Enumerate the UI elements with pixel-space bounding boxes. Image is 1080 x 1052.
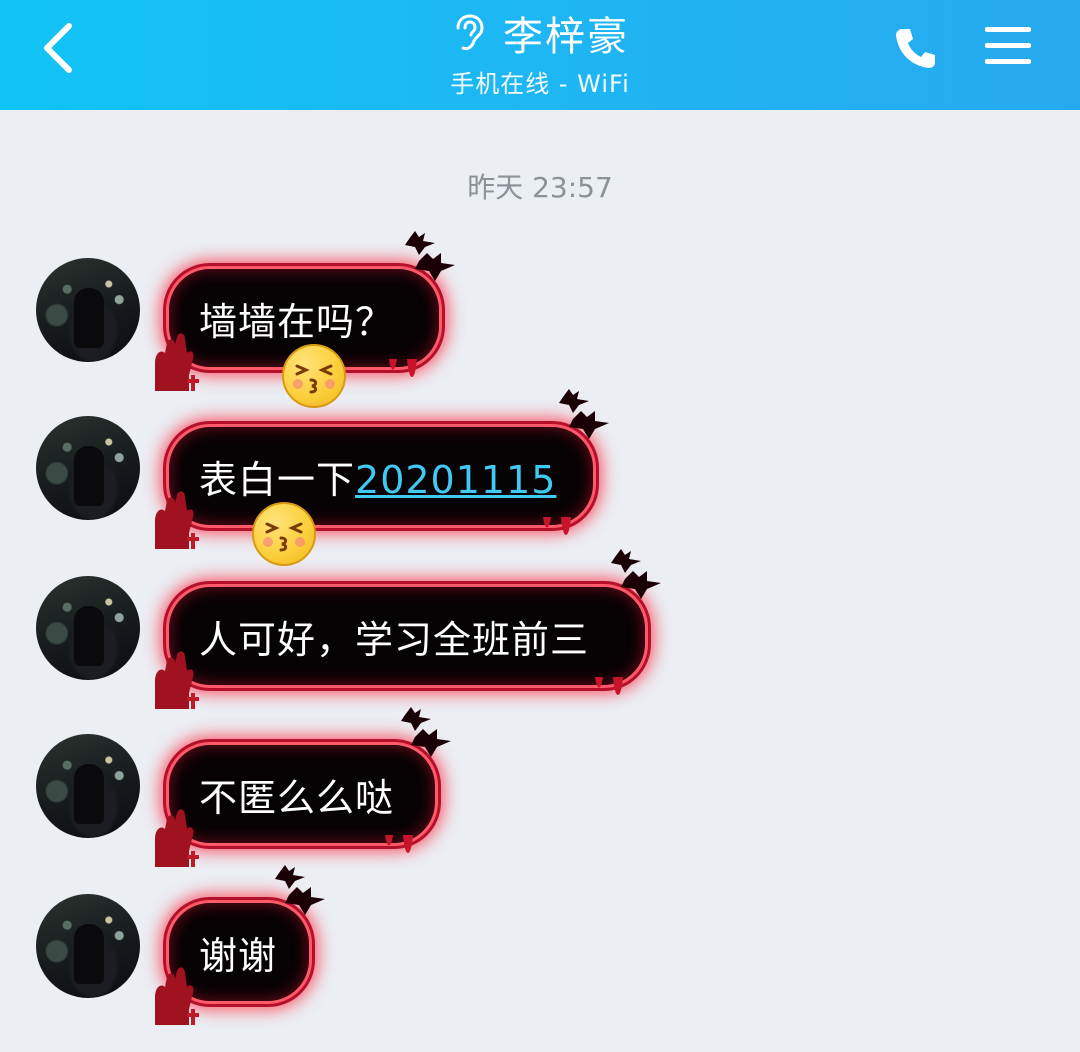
bat-decoration-icon: [405, 231, 455, 281]
hand-decoration-icon: [155, 967, 199, 1025]
message-list[interactable]: 昨天 23:57 墙墙在吗？ 表白一下20201115 人可好，学习全班前三 不…: [0, 110, 1080, 1052]
hand-decoration-icon: [155, 333, 199, 391]
blood-drip-icon: [543, 517, 571, 535]
menu-icon: [985, 27, 1031, 64]
message-bubble[interactable]: 谢谢: [155, 865, 325, 1025]
message-text: 墙墙在吗？: [199, 299, 395, 344]
voice-call-button[interactable]: [888, 20, 944, 76]
message-timestamp: 昨天 23:57: [467, 171, 613, 204]
bat-decoration-icon: [275, 865, 325, 915]
blood-drip-icon: [385, 835, 413, 853]
blood-drip-icon: [389, 359, 417, 377]
bat-decoration-icon: [401, 707, 451, 757]
ear-icon[interactable]: [451, 14, 485, 52]
menu-button[interactable]: [978, 18, 1038, 74]
kiss-emoji-icon: [282, 344, 346, 408]
message-bubble[interactable]: 表白一下20201115: [155, 389, 609, 549]
contact-name: 李梓豪: [503, 14, 629, 60]
bat-decoration-icon: [559, 389, 609, 439]
message-bubble[interactable]: 人可好，学习全班前三: [155, 549, 661, 709]
hand-decoration-icon: [155, 809, 199, 867]
hand-decoration-icon: [155, 491, 199, 549]
chat-header: 李梓豪 手机在线 - WiFi: [0, 0, 1080, 110]
message-text: 不匿么么哒: [199, 775, 395, 820]
sender-avatar[interactable]: [36, 258, 140, 362]
sender-avatar[interactable]: [36, 734, 140, 838]
message-text: 人可好，学习全班前三: [199, 617, 590, 662]
hand-decoration-icon: [155, 651, 199, 709]
kiss-emoji-icon: [252, 502, 316, 566]
message-link[interactable]: 20201115: [355, 458, 556, 502]
phone-icon: [896, 29, 935, 68]
bat-decoration-icon: [611, 549, 661, 599]
sender-avatar[interactable]: [36, 576, 140, 680]
blood-drip-icon: [595, 677, 623, 695]
sender-avatar[interactable]: [36, 894, 140, 998]
message-text: 表白一下: [199, 457, 356, 502]
message-bubble[interactable]: 不匿么么哒: [155, 707, 451, 867]
sender-avatar[interactable]: [36, 416, 140, 520]
